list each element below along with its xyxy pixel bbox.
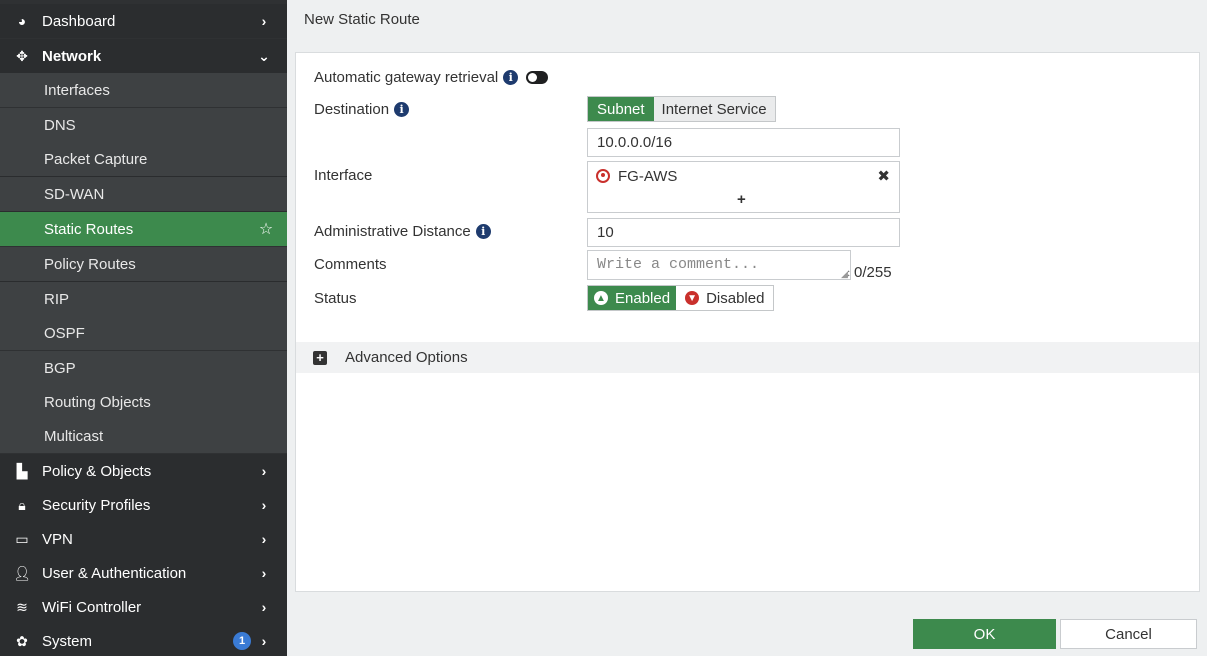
info-icon[interactable]: i: [475, 224, 491, 239]
advanced-options-toggle[interactable]: + Advanced Options: [296, 342, 1199, 373]
sidebar: ◕ Dashboard › ✥ Network ⌄ Interfaces DNS…: [0, 0, 287, 656]
disabled-button[interactable]: ▼ Disabled: [676, 286, 774, 310]
destination-input[interactable]: 10.0.0.0/16: [587, 128, 900, 157]
nav-label: RIP: [44, 290, 70, 308]
comment-char-count: 0/255: [854, 264, 892, 281]
chevron-right-icon: ›: [261, 463, 267, 479]
interface-entry: FG-AWS: [618, 168, 678, 185]
chevron-down-icon: ⌄: [258, 47, 270, 64]
nav-policy-objects[interactable]: ▙ Policy & Objects ›: [0, 454, 287, 488]
destination-type-toggle: Subnet Internet Service: [587, 96, 776, 122]
nav-network[interactable]: ✥ Network ⌄: [0, 39, 287, 73]
auto-gateway-toggle[interactable]: [526, 71, 549, 84]
nav-interfaces[interactable]: Interfaces: [0, 73, 287, 107]
nav-policy-routes[interactable]: Policy Routes: [0, 247, 287, 281]
page-title: New Static Route: [304, 11, 420, 28]
auto-gateway-label: Automatic gateway retrieval: [314, 69, 499, 86]
status-toggle: ▲ Enabled ▼ Disabled: [587, 285, 775, 311]
nav-label: User & Authentication: [42, 564, 187, 582]
admin-distance-label: Administrative Distance: [314, 223, 471, 240]
nav-sdwan[interactable]: SD-WAN: [0, 177, 287, 211]
nav-multicast[interactable]: Multicast: [0, 419, 287, 453]
nav-wifi[interactable]: ≋ WiFi Controller ›: [0, 590, 287, 624]
comments-label: Comments: [314, 256, 387, 273]
nav-bgp[interactable]: BGP: [0, 351, 287, 385]
info-icon[interactable]: i: [503, 70, 519, 85]
ok-button[interactable]: OK: [913, 619, 1056, 649]
network-icon: ✥: [16, 47, 28, 64]
chevron-right-icon: ›: [261, 565, 267, 581]
nav-label: DNS: [44, 116, 76, 134]
nav-label: Routing Objects: [44, 393, 151, 411]
admin-distance-input[interactable]: 10: [587, 218, 900, 247]
chevron-right-icon: ›: [261, 599, 267, 615]
nav-system[interactable]: ✿ System 1 ›: [0, 624, 287, 656]
comments-field[interactable]: [587, 250, 851, 280]
lock-icon: 🔒︎: [18, 496, 26, 513]
chevron-right-icon: ›: [261, 633, 267, 649]
nav-ospf[interactable]: OSPF: [0, 316, 287, 350]
arrow-down-icon: ▼: [685, 291, 700, 305]
close-icon[interactable]: ✖: [877, 167, 890, 185]
destination-row: Destination i: [314, 101, 410, 118]
internet-service-option[interactable]: Internet Service: [653, 97, 775, 121]
user-icon: 👤︎: [13, 564, 31, 581]
status-label: Status: [314, 290, 357, 307]
nav-label: Static Routes: [44, 220, 134, 238]
nav-label: OSPF: [44, 324, 85, 342]
add-interface-button[interactable]: +: [737, 191, 746, 208]
interface-label: Interface: [314, 167, 373, 184]
nav-label: VPN: [42, 530, 73, 548]
chevron-right-icon: ›: [261, 531, 267, 547]
tunnel-icon: [596, 169, 610, 183]
nav-label: Network: [42, 47, 102, 65]
header-bar: New Static Route: [287, 0, 1207, 38]
nav-vpn[interactable]: ▭ VPN ›: [0, 522, 287, 556]
nav-rip[interactable]: RIP: [0, 282, 287, 316]
nav-label: Policy & Objects: [42, 462, 152, 480]
disabled-label: Disabled: [706, 289, 765, 307]
resize-handle-icon[interactable]: ◢: [841, 269, 848, 280]
nav-label: Dashboard: [42, 12, 116, 30]
nav-routing-objects[interactable]: Routing Objects: [0, 385, 287, 419]
auto-gateway-row: Automatic gateway retrieval i: [314, 69, 549, 86]
arrow-up-icon: ▲: [594, 291, 608, 305]
plus-square-icon: +: [313, 350, 327, 365]
admin-distance-row: Administrative Distance i: [314, 223, 491, 240]
notification-badge: 1: [233, 632, 251, 650]
cancel-button[interactable]: Cancel: [1060, 619, 1197, 649]
nav-dns[interactable]: DNS: [0, 108, 287, 142]
dashboard-icon: ◕: [17, 13, 27, 29]
nav-label: WiFi Controller: [42, 598, 142, 616]
nav-label: Packet Capture: [44, 150, 148, 168]
nav-dashboard[interactable]: ◕ Dashboard ›: [0, 4, 287, 38]
nav-security-profiles[interactable]: 🔒︎ Security Profiles ›: [0, 488, 287, 522]
subnet-option[interactable]: Subnet: [588, 97, 654, 121]
laptop-icon: ▭: [15, 530, 29, 547]
star-icon[interactable]: ☆: [257, 219, 275, 239]
nav-packet-capture[interactable]: Packet Capture: [0, 142, 287, 176]
destination-label: Destination: [314, 101, 390, 118]
form-panel: Automatic gateway retrieval i Destinatio…: [295, 52, 1200, 592]
nav-static-routes[interactable]: Static Routes ☆: [0, 212, 287, 246]
advanced-options-label: Advanced Options: [345, 349, 468, 366]
nav-label: BGP: [44, 359, 76, 377]
nav-user-auth[interactable]: 👤︎ User & Authentication ›: [0, 556, 287, 590]
info-icon[interactable]: i: [394, 102, 410, 117]
nav-label: Policy Routes: [44, 255, 136, 273]
nav-label: Security Profiles: [42, 496, 151, 514]
nav-label: System: [42, 632, 93, 650]
policy-icon: ▙: [16, 462, 28, 479]
nav-label: SD-WAN: [44, 185, 105, 203]
chevron-right-icon: ›: [261, 13, 267, 29]
wifi-icon: ≋: [16, 598, 28, 615]
nav-label: Multicast: [44, 427, 104, 445]
enabled-label: Enabled: [615, 289, 671, 307]
chevron-right-icon: ›: [261, 497, 267, 513]
gear-icon: ✿: [16, 632, 28, 649]
enabled-button[interactable]: ▲ Enabled: [588, 286, 677, 310]
interface-selector[interactable]: FG-AWS ✖ +: [587, 161, 900, 213]
nav-label: Interfaces: [44, 81, 110, 99]
